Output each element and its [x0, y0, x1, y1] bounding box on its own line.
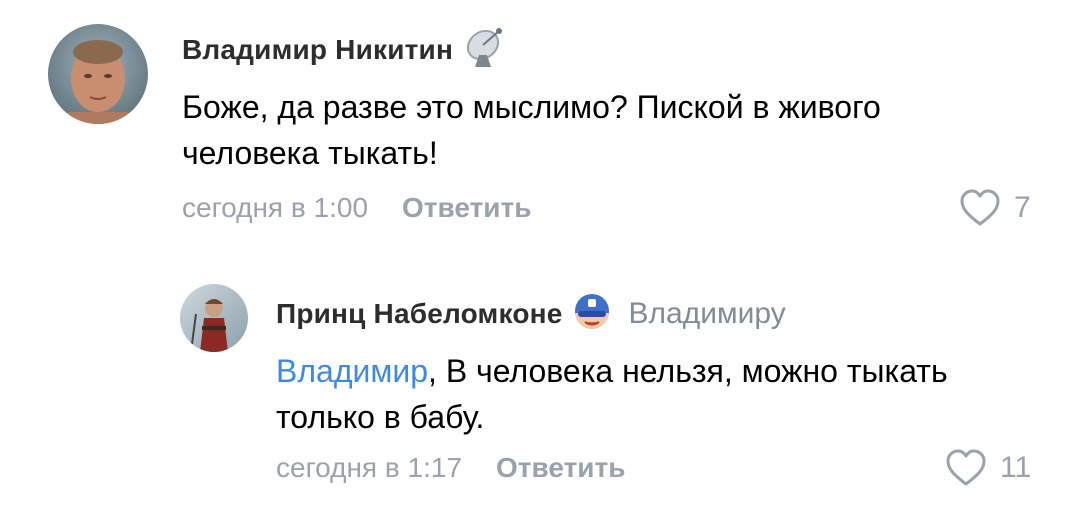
heart-icon — [958, 188, 1014, 228]
comment-2: Принц Набеломконе Владимиру Владимир, В … — [0, 262, 1080, 515]
mention-link[interactable]: Владимир — [276, 353, 428, 389]
comment-meta: сегодня в 1:17 Ответить — [276, 448, 625, 488]
reply-button[interactable]: Ответить — [402, 192, 531, 224]
captain-mask-icon — [571, 291, 613, 338]
comment-1: Владимир Никитин Боже, да разве это мысл… — [0, 0, 1080, 240]
avatar[interactable] — [180, 284, 248, 352]
avatar[interactable] — [48, 24, 148, 124]
comment-time[interactable]: сегодня в 1:17 — [276, 452, 462, 484]
like-button[interactable]: 11 — [944, 446, 1031, 490]
comment-meta: сегодня в 1:00 Ответить — [182, 188, 531, 228]
author-name[interactable]: Владимир Никитин — [182, 34, 453, 66]
reply-to-name[interactable]: Владимиру — [629, 297, 786, 331]
reply-button[interactable]: Ответить — [496, 452, 625, 484]
like-count: 7 — [1014, 191, 1031, 224]
author-name[interactable]: Принц Набеломконе — [276, 298, 563, 330]
author-line: Принц Набеломконе Владимиру — [276, 290, 786, 338]
comment-time[interactable]: сегодня в 1:00 — [182, 192, 368, 224]
author-line: Владимир Никитин — [182, 26, 507, 74]
like-count: 11 — [1000, 451, 1032, 484]
comment-text: Боже, да разве это мыслимо? Пиской в жив… — [182, 89, 881, 171]
heart-icon — [944, 448, 1000, 488]
comment-text: Владимир, В человека нельзя, можно тыкат… — [276, 348, 1036, 440]
like-button[interactable]: 7 — [958, 186, 1031, 230]
satellite-dish-icon — [461, 25, 507, 76]
